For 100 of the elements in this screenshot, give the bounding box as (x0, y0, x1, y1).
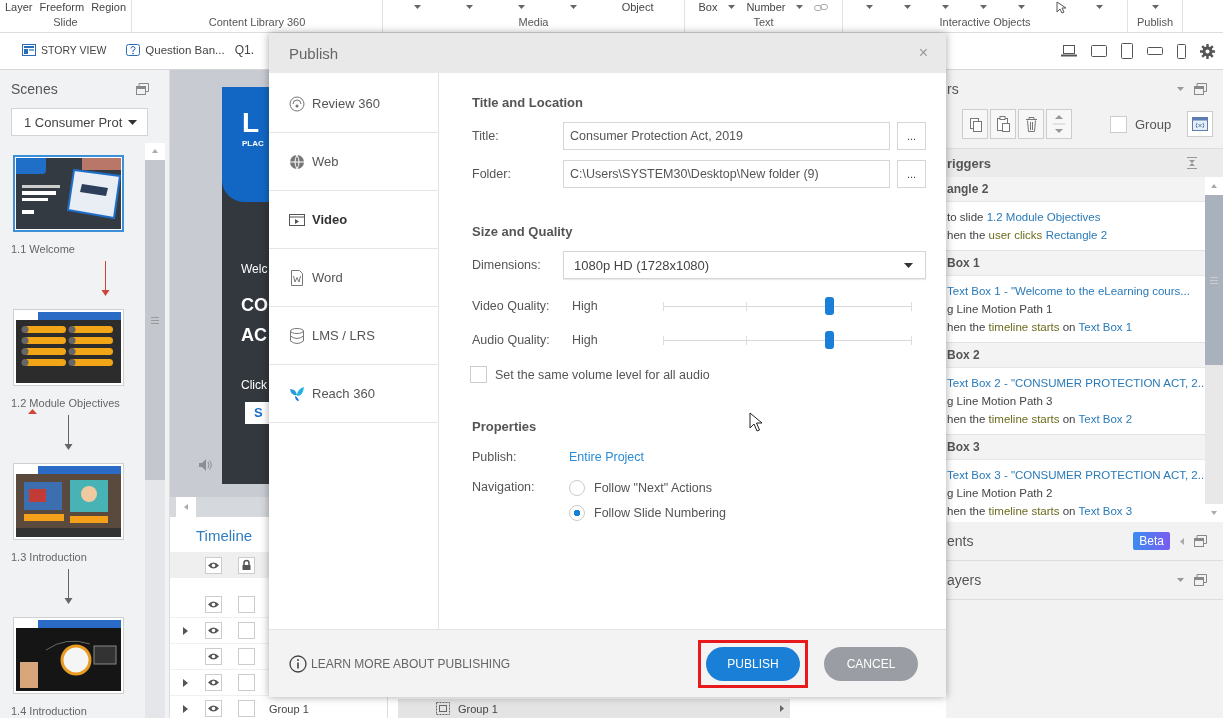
lock-toggle[interactable] (238, 674, 255, 691)
timeline-bar[interactable]: Group 1 (398, 698, 790, 718)
expand-arrow[interactable] (183, 678, 188, 687)
radio-button[interactable] (569, 480, 585, 496)
text-field[interactable]: C:\Users\SYSTEM30\Desktop\New folder (9) (563, 160, 890, 188)
eye-icon[interactable] (205, 556, 222, 574)
trigger-link[interactable]: Text Box 3 (1078, 505, 1133, 517)
caret-icon (517, 5, 525, 9)
trigger-link[interactable]: Text Box 1 (1078, 321, 1133, 333)
trigger-heading[interactable]: Box 2 (946, 343, 1205, 368)
reorder-stepper[interactable] (1046, 109, 1072, 139)
tablet-portrait-icon[interactable] (1121, 43, 1133, 59)
field-label: Navigation: (472, 480, 536, 496)
slide-thumbnail[interactable] (13, 309, 124, 386)
checkbox[interactable] (470, 366, 487, 383)
trigger-heading[interactable]: Box 3 (946, 435, 1205, 460)
slider-thumb[interactable] (825, 297, 835, 315)
lock-toggle[interactable] (238, 648, 255, 665)
quality-slider[interactable] (663, 331, 911, 349)
publish-target-tab[interactable]: Reach 360 (269, 365, 438, 423)
publish-target-tab[interactable]: LMS / LRS (269, 307, 438, 365)
flow-arrow (64, 415, 73, 451)
eye-icon[interactable] (205, 700, 222, 717)
lock-icon[interactable] (238, 556, 255, 574)
publish-target-tab[interactable]: Web (269, 133, 438, 191)
copy-button[interactable] (962, 109, 988, 139)
phone-portrait-icon[interactable] (1177, 43, 1186, 59)
caret-icon (904, 5, 912, 9)
trigger-link[interactable]: Text Box 2 (1078, 413, 1133, 425)
trigger-link[interactable]: Text Box 1 - "Welcome to the eLearning cours... (946, 282, 1205, 300)
pointer-icon[interactable] (1055, 0, 1066, 14)
scene-dropdown[interactable]: 1 Consumer Prot (11, 108, 148, 136)
ribbon-item-label[interactable]: Box (698, 1, 718, 13)
lock-toggle[interactable] (238, 700, 255, 717)
view-tab[interactable]: STORY VIEW (20, 40, 109, 62)
slide-text: Welc (241, 262, 269, 276)
browse-button[interactable]: ... (897, 122, 926, 150)
trigger-link[interactable]: Text Box 2 - "CONSUMER PROTECTION ACT, 2... (946, 374, 1205, 392)
publish-scope-link[interactable]: Entire Project (563, 450, 645, 464)
trigger-link[interactable]: 1.2 Module Objectives (986, 211, 1101, 223)
view-tab[interactable]: Q1. (232, 39, 256, 63)
trigger-line: hen the timeline starts on Text Box 1 (946, 320, 1134, 335)
ribbon-item-label[interactable]: Layer (5, 1, 33, 13)
delete-button[interactable] (1018, 109, 1044, 139)
ribbon-item-label[interactable]: Number (746, 1, 786, 13)
slide-thumbnail[interactable] (13, 617, 124, 694)
trigger-heading[interactable]: angle 2 (946, 177, 1205, 202)
slide-button[interactable]: S (245, 402, 269, 424)
paste-button[interactable] (990, 109, 1016, 139)
checkbox-label: Group (1135, 116, 1172, 132)
eye-icon[interactable] (205, 674, 222, 691)
expand-arrow[interactable] (183, 626, 188, 635)
trigger-line: to slide 1.2 Module Objectives (946, 210, 1102, 225)
lock-toggle[interactable] (238, 596, 255, 613)
browse-button[interactable]: ... (897, 160, 926, 188)
expand-arrow[interactable] (183, 704, 188, 713)
publish-target-tab[interactable]: Video (269, 191, 438, 249)
trigger-link[interactable]: Text Box 3 - "CONSUMER PROTECTION ACT, 2... (946, 466, 1205, 484)
phone-landscape-icon[interactable] (1147, 46, 1163, 56)
trigger-heading[interactable]: Box 1 (946, 251, 1205, 276)
slide-thumbnail[interactable] (13, 155, 124, 232)
trigger-link[interactable]: Rectangle 2 (1045, 229, 1108, 241)
ribbon-item-label[interactable]: Object (621, 1, 654, 13)
view-tab[interactable]: Question Ban... (124, 40, 227, 62)
radio-button[interactable] (569, 505, 585, 521)
eye-icon[interactable] (205, 596, 222, 613)
globe-icon (289, 153, 305, 170)
link-icon[interactable] (814, 2, 829, 12)
copy-icon (967, 116, 983, 132)
trigger-line: g Line Motion Path 2 (946, 486, 1054, 501)
checkbox[interactable] (1110, 115, 1127, 133)
slider-thumb[interactable] (825, 331, 835, 349)
quality-slider[interactable] (663, 297, 911, 315)
scrollbar[interactable] (145, 143, 165, 718)
tablet-landscape-icon[interactable] (1091, 45, 1107, 57)
publish-button[interactable]: PUBLISH (706, 646, 800, 681)
trigger-line: hen the timeline starts on Text Box 3 (946, 504, 1134, 519)
collapse-icon[interactable] (1187, 157, 1197, 169)
caret-icon (465, 5, 473, 9)
settings-icon[interactable] (1200, 43, 1215, 59)
eye-icon[interactable] (205, 622, 222, 639)
ribbon-item-label[interactable]: Freeform (39, 1, 85, 13)
scrollbar[interactable] (1205, 177, 1223, 522)
ribbon-item-label[interactable]: Region (91, 1, 126, 13)
section-header[interactable]: ayers (946, 561, 1223, 600)
ribbon-group-label: Content Library 360 (207, 15, 307, 30)
laptop-icon[interactable] (1061, 45, 1077, 57)
eye-icon[interactable] (205, 648, 222, 665)
flow-arrow (64, 569, 73, 605)
dimensions-dropdown[interactable]: 1080p HD (1728x1080) (563, 251, 926, 279)
section-header[interactable]: ents Beta (946, 522, 1223, 561)
publish-target-tab[interactable]: Review 360 (269, 75, 438, 133)
text-field[interactable]: Consumer Protection Act, 2019 (563, 122, 890, 150)
learn-more-link[interactable]: LEARN MORE ABOUT PUBLISHING (311, 656, 698, 671)
variables-button[interactable] (1187, 111, 1214, 137)
grip-icon (1210, 276, 1218, 284)
trigger-line: g Line Motion Path 3 (946, 394, 1054, 409)
lock-toggle[interactable] (238, 622, 255, 639)
publish-target-tab[interactable]: Word (269, 249, 438, 307)
slide-thumbnail[interactable] (13, 463, 124, 540)
